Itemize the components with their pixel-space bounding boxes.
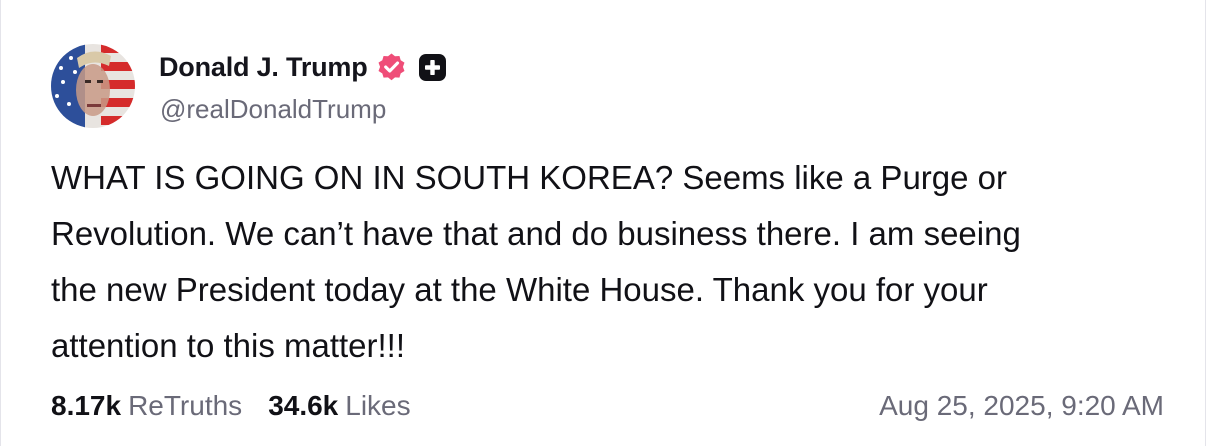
retruths-count: 8.17k bbox=[51, 390, 122, 421]
plus-badge-icon bbox=[418, 53, 447, 82]
retruths-stat[interactable]: 8.17k ReTruths bbox=[51, 390, 242, 422]
post-timestamp[interactable]: Aug 25, 2025, 9:20 AM bbox=[879, 390, 1164, 422]
likes-count: 34.6k bbox=[268, 390, 339, 421]
post-stats: 8.17k ReTruths 34.6k Likes bbox=[51, 390, 411, 422]
post-text: WHAT IS GOING ON IN SOUTH KOREA? Seems l… bbox=[51, 159, 1021, 364]
likes-stat[interactable]: 34.6k Likes bbox=[268, 390, 410, 422]
author-handle[interactable]: @realDonaldTrump bbox=[160, 94, 386, 125]
likes-label: Likes bbox=[345, 390, 411, 421]
avatar[interactable] bbox=[51, 44, 135, 128]
verified-badge-icon bbox=[376, 52, 407, 83]
author-row: Donald J. Trump bbox=[159, 49, 447, 85]
avatar-image bbox=[51, 44, 135, 128]
retruths-label: ReTruths bbox=[128, 390, 243, 421]
author-display-name[interactable]: Donald J. Trump bbox=[159, 52, 368, 83]
post-card: Donald J. Trump @realDonaldTrump WHAT IS… bbox=[0, 0, 1206, 446]
